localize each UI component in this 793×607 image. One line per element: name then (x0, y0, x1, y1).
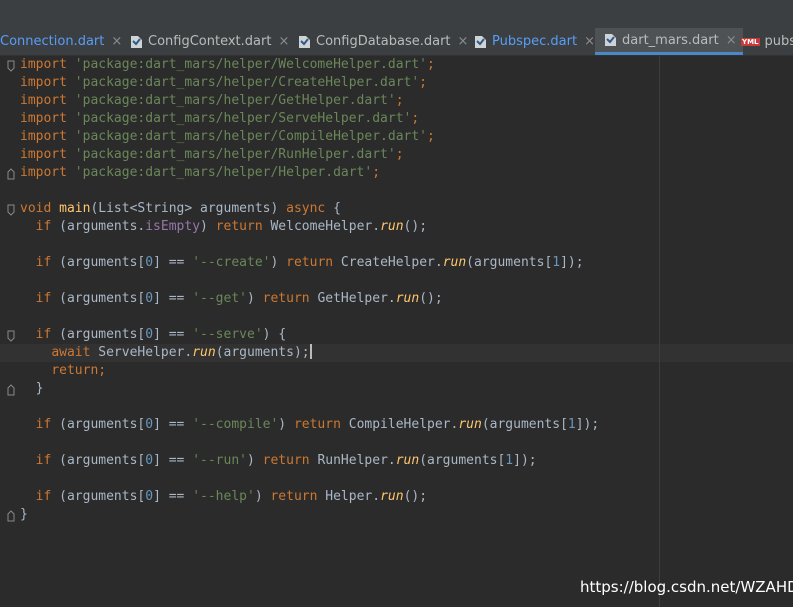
code-line: if (arguments[0] == '--run') return RunH… (35, 453, 537, 468)
fold-icon[interactable] (7, 330, 15, 342)
tab-label: Pubspec.dart (492, 34, 578, 49)
fold-icon[interactable] (7, 510, 15, 522)
code-line: import 'package:dart_mars/helper/Helper.… (20, 165, 381, 180)
code-line: import 'package:dart_mars/helper/ServeHe… (20, 111, 420, 126)
tab-label: ConfigContext.dart (148, 34, 272, 49)
code-editor[interactable]: import 'package:dart_mars/helper/Welcome… (0, 56, 793, 607)
code-line: if (arguments[0] == '--compile') return … (35, 417, 600, 432)
tab-dart-mars-dart[interactable]: dart_mars.dart × (595, 28, 743, 55)
editor-tab-bar: Connection.dart × ConfigContext.dart × C… (0, 28, 793, 56)
dart-file-icon (474, 35, 487, 49)
code-line: if (arguments.isEmpty) return WelcomeHel… (35, 219, 428, 234)
code-line: void main(List<String> arguments) async … (20, 201, 341, 216)
tab-configcontext-dart[interactable]: ConfigContext.dart × (130, 28, 289, 55)
tab-pubspec-yaml[interactable]: YML pubspec.yaml (741, 28, 793, 55)
right-margin-guide (659, 56, 660, 607)
tab-label: pubspec.yaml (764, 34, 793, 49)
fold-icon[interactable] (7, 60, 15, 72)
code-line: import 'package:dart_mars/helper/GetHelp… (20, 93, 404, 108)
code-line: import 'package:dart_mars/helper/CreateH… (20, 75, 427, 90)
tab-configdatabase-dart[interactable]: ConfigDatabase.dart × (298, 28, 468, 55)
dart-file-icon (298, 35, 311, 49)
fold-icon[interactable] (7, 204, 15, 216)
fold-icon[interactable] (7, 168, 15, 180)
text-caret (309, 344, 312, 359)
watermark-url: https://blog.csdn.net/WZAHD (580, 578, 793, 596)
yml-file-icon: YML (741, 37, 760, 46)
tab-pubspec-dart[interactable]: Pubspec.dart × (474, 28, 595, 55)
code-line-current: await ServeHelper.run(arguments); (51, 344, 312, 360)
tab-label: ConfigDatabase.dart (316, 34, 451, 49)
code-line: if (arguments[0] == '--serve') { (35, 327, 287, 342)
fold-icon[interactable] (7, 384, 15, 396)
close-icon[interactable]: × (458, 34, 469, 49)
close-icon[interactable]: × (278, 34, 289, 49)
code-line: import 'package:dart_mars/helper/Compile… (20, 129, 435, 144)
code-line: if (arguments[0] == '--create') return C… (35, 255, 584, 270)
code-line: return; (51, 363, 107, 378)
code-line: if (arguments[0] == '--get') return GetH… (35, 291, 443, 306)
close-icon[interactable]: × (111, 34, 122, 49)
code-line: import 'package:dart_mars/helper/RunHelp… (20, 147, 404, 162)
source-code[interactable]: import 'package:dart_mars/helper/Welcome… (20, 56, 599, 524)
window-top-strip (0, 0, 793, 29)
code-line: if (arguments[0] == '--help') return Hel… (35, 489, 428, 504)
code-line: import 'package:dart_mars/helper/Welcome… (20, 57, 435, 72)
tab-label: dart_mars.dart (622, 32, 719, 48)
code-line: } (20, 507, 28, 522)
close-icon[interactable]: × (584, 34, 595, 49)
tab-connection-dart[interactable]: Connection.dart × (0, 28, 122, 55)
code-line: } (35, 381, 44, 396)
tab-label: Connection.dart (0, 34, 105, 49)
dart-file-icon (130, 35, 143, 49)
close-icon[interactable]: × (726, 33, 737, 48)
dart-file-icon (604, 33, 617, 47)
